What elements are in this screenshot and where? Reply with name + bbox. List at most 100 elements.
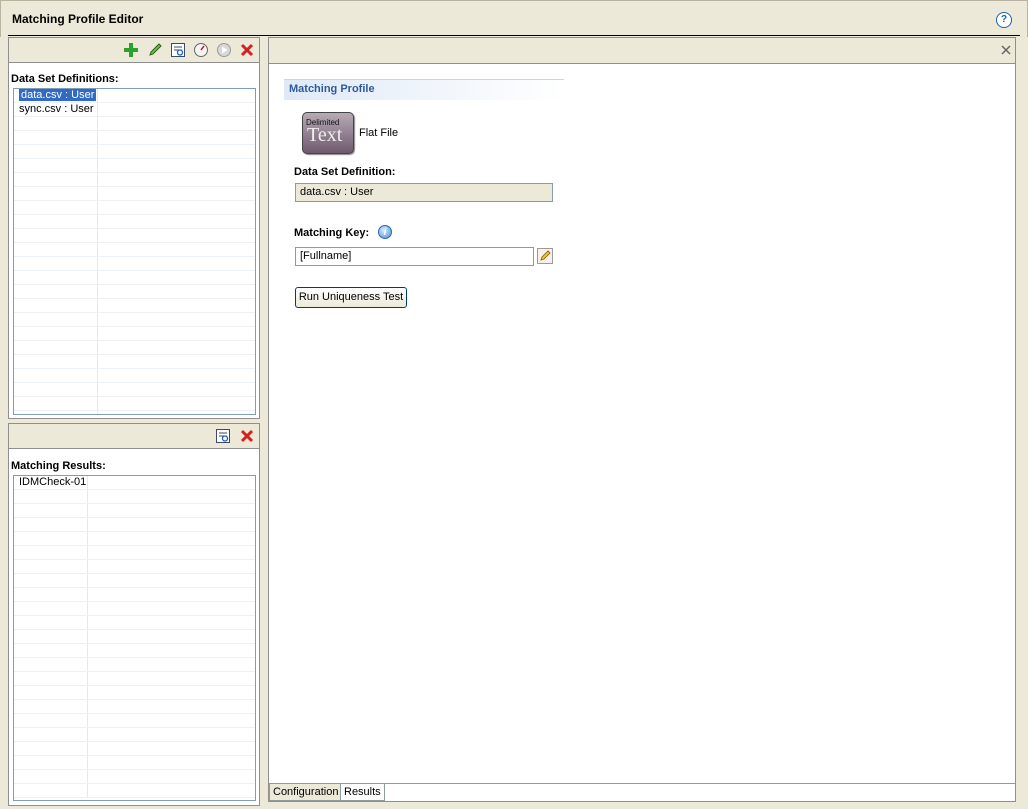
editor-toolbar (269, 38, 1015, 64)
table-cell (14, 229, 98, 242)
table-cell-text: data.csv : User (17, 89, 98, 102)
table-cell (14, 490, 88, 503)
table-row (14, 546, 255, 560)
matching-key-label: Matching Key: (294, 227, 370, 239)
table-row (14, 187, 255, 201)
table-cell (14, 299, 98, 312)
results-label: Matching Results: (11, 460, 106, 472)
table-cell (14, 369, 98, 382)
table-cell (14, 686, 88, 699)
table-row (14, 355, 255, 369)
table-cell (14, 770, 88, 783)
table-row (14, 728, 255, 742)
close-icon[interactable] (1000, 44, 1012, 56)
table-cell (14, 574, 88, 587)
table-row (14, 770, 255, 784)
table-row (14, 560, 255, 574)
table-cell (14, 728, 88, 741)
table-cell (14, 327, 98, 340)
table-cell: IDMCheck-01 (14, 476, 88, 489)
table-row (14, 411, 255, 414)
table-cell (14, 187, 98, 200)
table-row (14, 243, 255, 257)
table-cell (14, 658, 88, 671)
table-cell (14, 215, 98, 228)
table-cell (14, 159, 98, 172)
section-title: Matching Profile (289, 83, 375, 95)
add-icon[interactable] (123, 42, 139, 58)
gauge-icon[interactable] (193, 42, 209, 58)
table-cell (14, 630, 88, 643)
table-row (14, 644, 255, 658)
table-cell (14, 117, 98, 130)
definitions-toolbar (9, 38, 259, 63)
table-row (14, 229, 255, 243)
table-row (14, 369, 255, 383)
table-row (14, 784, 255, 798)
table-row (14, 700, 255, 714)
table-row (14, 313, 255, 327)
table-row (14, 490, 255, 504)
title-separator (8, 35, 1020, 36)
tab-results[interactable]: Results (340, 783, 385, 801)
table-row (14, 532, 255, 546)
editor-panel (268, 37, 1016, 802)
table-cell (14, 341, 98, 354)
table-row[interactable]: data.csv : User (14, 89, 255, 103)
table-row (14, 215, 255, 229)
table-row (14, 299, 255, 313)
table-cell (14, 243, 98, 256)
table-row (14, 173, 255, 187)
table-cell (14, 546, 88, 559)
table-cell (14, 383, 98, 396)
flat-file-icon: Delimited Text (302, 112, 354, 154)
view-details-icon[interactable] (170, 42, 186, 58)
table-cell (14, 411, 98, 414)
table-row (14, 201, 255, 215)
file-icon-big-text: Text (307, 124, 343, 146)
title-bar: Matching Profile Editor ? (0, 0, 1028, 37)
table-cell-text: IDMCheck-01 (19, 476, 87, 488)
table-row (14, 159, 255, 173)
table-row[interactable]: IDMCheck-01 (14, 476, 255, 490)
table-row (14, 518, 255, 532)
table-row[interactable]: sync.csv : User (14, 103, 255, 117)
table-cell (14, 131, 98, 144)
table-cell (14, 784, 88, 797)
results-toolbar (9, 424, 259, 449)
table-cell (14, 742, 88, 755)
table-row (14, 327, 255, 341)
table-row (14, 714, 255, 728)
definitions-table[interactable]: data.csv : User sync.csv : User (13, 88, 256, 415)
table-cell (14, 644, 88, 657)
table-row (14, 588, 255, 602)
table-cell (14, 588, 88, 601)
table-cell (14, 560, 88, 573)
definitions-label: Data Set Definitions: (11, 73, 119, 85)
table-cell (14, 532, 88, 545)
info-icon[interactable]: i (378, 225, 392, 239)
run-icon[interactable] (216, 42, 232, 58)
tab-configuration[interactable]: Configuration (269, 783, 343, 801)
table-cell (14, 257, 98, 270)
results-table[interactable]: IDMCheck-01 (13, 475, 256, 801)
table-row (14, 574, 255, 588)
table-cell: data.csv : User (14, 89, 98, 102)
edit-key-icon[interactable] (537, 248, 553, 264)
table-row (14, 672, 255, 686)
table-row (14, 616, 255, 630)
table-cell (14, 173, 98, 186)
matching-key-input[interactable]: [Fullname] (295, 247, 534, 266)
table-row (14, 756, 255, 770)
table-cell (14, 313, 98, 326)
table-row (14, 383, 255, 397)
file-type-label: Flat File (359, 127, 399, 139)
table-row (14, 257, 255, 271)
edit-icon[interactable] (147, 42, 163, 58)
table-cell (14, 201, 98, 214)
run-uniqueness-test-button[interactable]: Run Uniqueness Test (295, 287, 407, 308)
delete-icon[interactable] (239, 42, 255, 58)
help-icon[interactable]: ? (996, 12, 1012, 28)
view-details-icon[interactable] (215, 428, 231, 444)
delete-icon[interactable] (239, 428, 255, 444)
